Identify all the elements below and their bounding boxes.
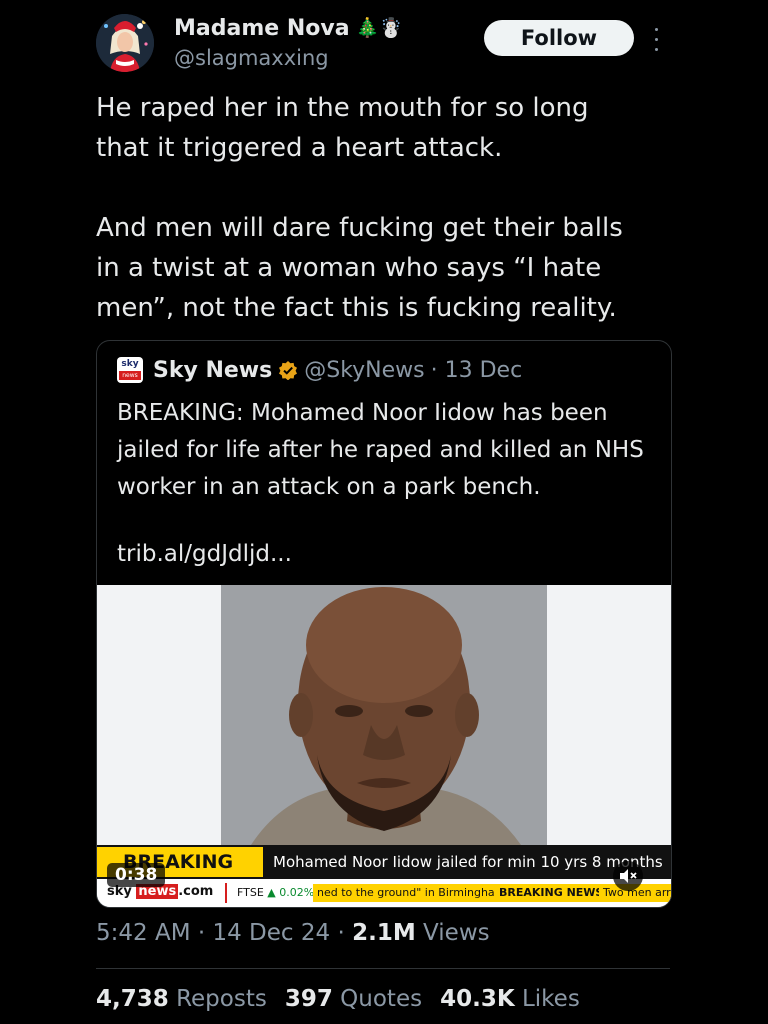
ftse-change: ▲ 0.02% [267, 886, 315, 899]
reposts-label: Reposts [176, 986, 267, 1012]
quoted-date[interactable]: · 13 Dec [431, 358, 523, 383]
author-emoji: 🎄☃️ [355, 17, 403, 39]
author-handle[interactable]: @slagmaxxing [174, 46, 329, 70]
quotes-count: 397 [284, 986, 333, 1012]
verified-badge-icon [279, 361, 298, 380]
divider [96, 968, 670, 969]
quoted-author-handle[interactable]: @SkyNews [304, 358, 424, 383]
ticker-divider [225, 883, 227, 903]
tweet-meta: 5:42 AM · 14 Dec 24 · 2.1M Views [96, 920, 490, 946]
video-thumbnail[interactable]: BREAKING NEWS Mohamed Noor Iidow jailed … [97, 585, 671, 907]
quotes-label: Quotes [340, 986, 423, 1012]
ticker-marquee: ned to the ground" in Birmingham [313, 884, 510, 902]
tweet-stats: 4,738 Reposts 397 Quotes 40.3K Likes [96, 986, 580, 1012]
sky-news-logo[interactable]: sky news [117, 357, 143, 383]
ticker-headline: Mohamed Noor Iidow jailed for min 10 yrs… [273, 853, 663, 871]
avatar-image [96, 14, 154, 72]
ticker-strip: sky news .com FTSE ▲ 0.02% ned to the gro… [97, 879, 671, 907]
quoted-tweet[interactable]: sky news Sky News @SkyNews · 13 Dec BREA… [96, 340, 672, 908]
reposts-stat[interactable]: 4,738 Reposts [96, 986, 267, 1012]
mugshot-photo [251, 587, 521, 845]
likes-count: 40.3K [440, 986, 515, 1012]
mute-icon[interactable] [613, 861, 643, 891]
breaking-news-small: BREAKING NEWS [495, 884, 608, 902]
likes-label: Likes [521, 986, 580, 1012]
tweet-time[interactable]: 5:42 AM [96, 920, 191, 946]
reposts-count: 4,738 [96, 986, 169, 1012]
video-timer: 0:38 [107, 863, 166, 887]
tweet-header: Madame Nova 🎄☃️ @slagmaxxing Follow [96, 14, 676, 78]
likes-stat[interactable]: 40.3K Likes [440, 986, 580, 1012]
more-options-icon[interactable] [648, 24, 664, 54]
quotes-stat[interactable]: 397 Quotes [285, 986, 422, 1012]
views-label: Views [423, 920, 490, 946]
quoted-tweet-header: sky news Sky News @SkyNews · 13 Dec [117, 357, 522, 383]
ftse-ticker: FTSE ▲ 0.02% [237, 884, 314, 902]
views-count: 2.1M [352, 920, 416, 946]
author-name[interactable]: Madame Nova [174, 16, 350, 41]
quoted-link[interactable]: trib.al/gdJdljd... [117, 541, 292, 567]
sky-logo-sub: news [119, 371, 141, 380]
tweet-text: He raped her in the mouth for so long th… [96, 93, 623, 323]
avatar[interactable] [96, 14, 154, 72]
ftse-label: FTSE [237, 886, 264, 899]
sky-logo-text: sky [121, 359, 139, 369]
tweet-date[interactable]: 14 Dec 24 [212, 920, 330, 946]
quoted-text: BREAKING: Mohamed Noor Iidow has been ja… [117, 400, 644, 500]
follow-button[interactable]: Follow [484, 20, 634, 56]
quoted-author-name[interactable]: Sky News [153, 358, 272, 383]
site-suffix: .com [178, 884, 214, 899]
